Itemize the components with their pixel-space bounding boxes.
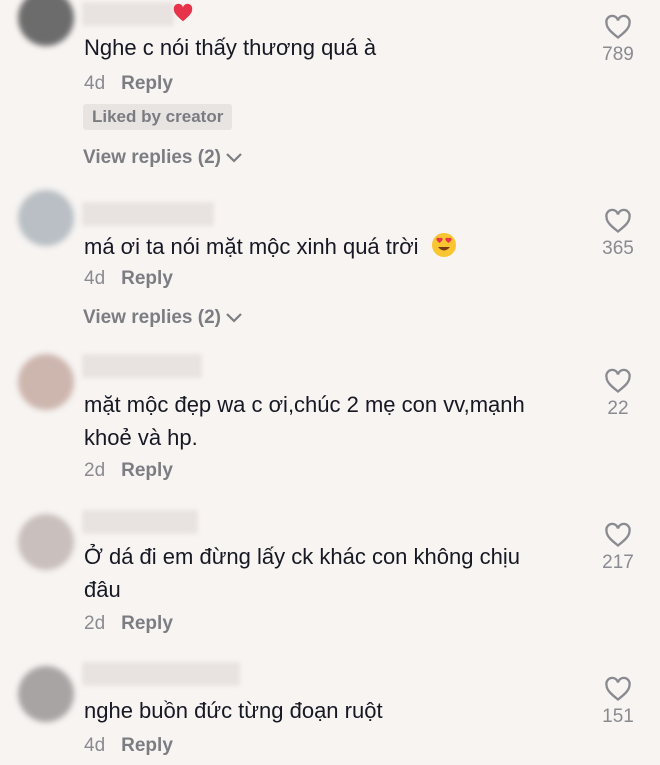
chevron-down-icon [226, 313, 242, 323]
like-count: 217 [602, 552, 634, 573]
comment-text-line: đâu [84, 577, 121, 602]
comment-text-line: mặt mộc đẹp wa c ơi,chúc 2 mẹ con vv,mạn… [84, 392, 525, 417]
reply-button[interactable]: Reply [121, 460, 173, 482]
comment-item: nghe buồn đức từng đoạn ruột 4d Reply 15… [0, 656, 660, 765]
like-count: 365 [602, 238, 634, 259]
comment-text: nghe buồn đức từng đoạn ruột [84, 698, 383, 723]
comment-item: Nghe c nói thấy thương quá à 4d Reply Li… [0, 0, 660, 180]
like-count: 22 [607, 398, 629, 419]
heart-eyes-emoji-icon [431, 233, 456, 257]
comment-text-line: khoẻ và hp. [84, 425, 198, 450]
comment-text: Ở dá đi em đừng lấy ck khác con không ch… [84, 540, 564, 606]
comment-meta: 4d Reply [84, 73, 173, 95]
comment-text: mặt mộc đẹp wa c ơi,chúc 2 mẹ con vv,mạn… [84, 388, 564, 454]
avatar[interactable] [18, 514, 74, 570]
comment-meta: 4d Reply [84, 268, 173, 290]
avatar[interactable] [18, 666, 74, 722]
reply-button[interactable]: Reply [121, 268, 173, 290]
comment-meta: 4d Reply [84, 735, 173, 757]
username-redacted[interactable] [82, 662, 240, 686]
comment-time: 2d [84, 460, 106, 481]
like-button[interactable]: 151 [596, 676, 640, 728]
reply-button[interactable]: Reply [121, 613, 173, 635]
heart-outline-icon [605, 676, 631, 701]
heart-outline-icon [605, 208, 631, 233]
liked-by-creator-badge: Liked by creator [83, 104, 233, 130]
comment-text-content: má ơi ta nói mặt mộc xinh quá trời [84, 234, 419, 259]
avatar[interactable] [18, 354, 74, 410]
username-redacted[interactable] [82, 202, 214, 226]
like-count: 789 [602, 44, 634, 65]
heart-outline-icon [605, 14, 631, 39]
heart-outline-icon [605, 368, 631, 393]
comment-time: 4d [84, 735, 106, 756]
view-replies-button[interactable]: View replies (2) [83, 147, 243, 169]
comment-item: mặt mộc đẹp wa c ơi,chúc 2 mẹ con vv,mạn… [0, 348, 660, 498]
username-redacted[interactable] [82, 2, 174, 26]
comment-text: Nghe c nói thấy thương quá à [84, 35, 377, 60]
reply-button[interactable]: Reply [121, 73, 173, 95]
comment-meta: 2d Reply [84, 613, 173, 635]
reply-button[interactable]: Reply [121, 735, 173, 757]
comment-item: má ơi ta nói mặt mộc xinh quá trời 4d Re… [0, 184, 660, 344]
view-replies-label: View replies (2) [83, 307, 221, 328]
comment-time: 4d [84, 73, 106, 94]
username-redacted[interactable] [82, 354, 202, 378]
like-button[interactable]: 22 [596, 368, 640, 420]
comment-time: 2d [84, 613, 106, 634]
heart-emoji-icon [173, 3, 193, 22]
comment-item: Ở dá đi em đừng lấy ck khác con không ch… [0, 504, 660, 654]
comment-text: má ơi ta nói mặt mộc xinh quá trời [84, 230, 564, 263]
username-redacted[interactable] [82, 510, 198, 534]
avatar[interactable] [18, 190, 74, 246]
like-button[interactable]: 789 [596, 14, 640, 66]
comment-text-line: Ở dá đi em đừng lấy ck khác con không ch… [84, 544, 520, 569]
avatar[interactable] [18, 0, 74, 46]
heart-outline-icon [605, 522, 631, 547]
chevron-down-icon [226, 153, 242, 163]
like-button[interactable]: 217 [596, 522, 640, 574]
like-count: 151 [602, 706, 634, 727]
comment-meta: 2d Reply [84, 460, 173, 482]
view-replies-label: View replies (2) [83, 147, 221, 168]
comment-time: 4d [84, 268, 106, 289]
view-replies-button[interactable]: View replies (2) [83, 307, 243, 329]
like-button[interactable]: 365 [596, 208, 640, 260]
